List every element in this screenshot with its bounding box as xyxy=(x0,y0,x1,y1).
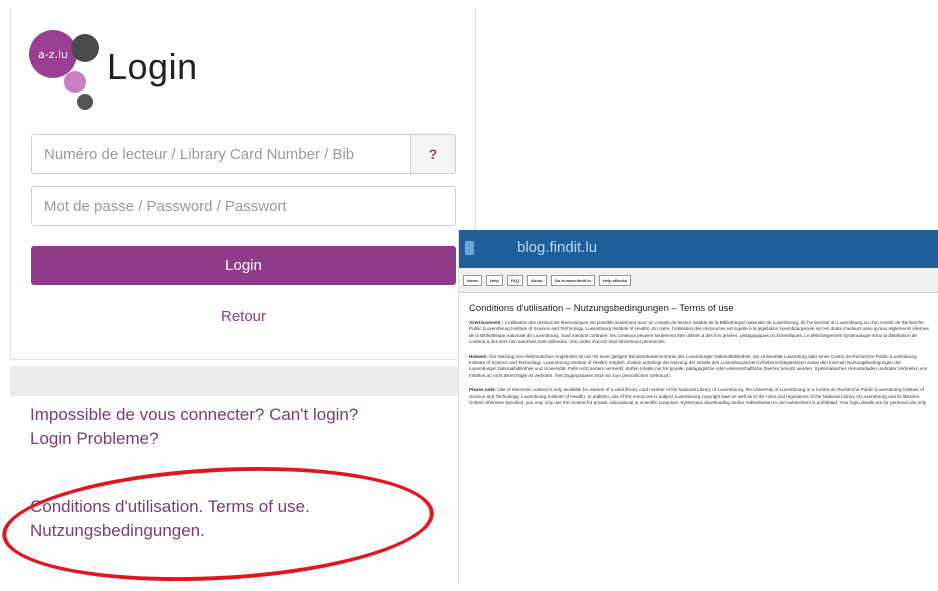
blog-nav-faq[interactable]: FAQ xyxy=(506,274,524,286)
cant-login-line2[interactable]: Login Probleme? xyxy=(30,427,450,451)
blog-logo-icon xyxy=(465,241,474,255)
help-button[interactable]: ? xyxy=(410,134,456,174)
blog-nav-home[interactable]: Home xyxy=(463,274,483,286)
page-title: Login xyxy=(107,46,198,87)
blog-paragraph-en: Please note: Use of electronic content i… xyxy=(469,387,929,406)
para1-text: L'utilisation des ressources électroniqu… xyxy=(469,320,929,345)
para2-lead: Hinweis: xyxy=(469,353,488,359)
blog-terms-page: blog.findit.lu Home Help FAQ About Go to… xyxy=(458,230,938,584)
blog-nav-ebooks[interactable]: Help eBooks xyxy=(598,274,632,286)
login-button[interactable]: Login xyxy=(31,246,456,285)
blog-nav-about[interactable]: About xyxy=(527,274,547,286)
blog-nav: Home Help FAQ About Go to www.findit.lu … xyxy=(459,268,938,293)
blog-site-title[interactable]: blog.findit.lu xyxy=(517,239,597,256)
blog-paragraph-fr: Avertissement : L'utilisation des ressou… xyxy=(469,320,929,346)
para3-text: Use of electronic content is only availa… xyxy=(469,387,928,406)
blog-nav-findit[interactable]: Go to www.findit.lu xyxy=(550,274,595,286)
cant-login-link[interactable]: Impossible de vous connecter? Can't logi… xyxy=(30,403,450,451)
cant-login-line1[interactable]: Impossible de vous connecter? Can't logi… xyxy=(30,403,450,427)
para1-lead: Avertissement : xyxy=(469,320,504,325)
blog-nav-help[interactable]: Help xyxy=(486,274,503,286)
logo-text: a-z.lu xyxy=(38,48,68,61)
password-input[interactable] xyxy=(31,186,456,226)
para3-lead: Please note: xyxy=(469,387,497,393)
blog-paragraph-de: Hinweis: Die Nutzung von elektronischen … xyxy=(469,354,929,380)
blog-header: blog.findit.lu xyxy=(459,230,938,268)
login-card: a-z.lu Login ? Login Retour xyxy=(10,8,476,360)
section-divider xyxy=(10,366,476,396)
para2-text: Die Nutzung von elektronischen Angeboten… xyxy=(469,353,928,378)
back-link[interactable]: Retour xyxy=(31,308,456,325)
library-card-number-input[interactable] xyxy=(31,134,411,174)
blog-page-title: Conditions d'utilisation – Nutzungsbedin… xyxy=(469,303,734,314)
library-logo: a-z.lu xyxy=(29,30,99,110)
